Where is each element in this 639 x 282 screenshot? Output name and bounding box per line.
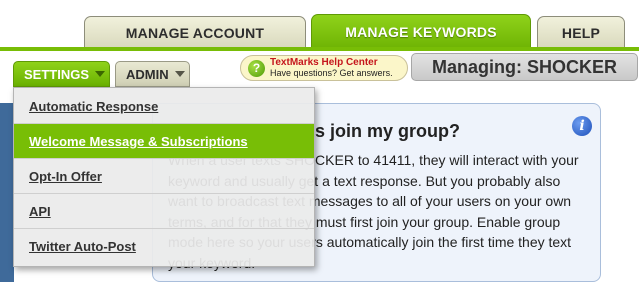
chevron-down-icon <box>174 71 185 77</box>
settings-menu-button[interactable]: SETTINGS <box>13 61 110 87</box>
admin-label: ADMIN <box>126 66 169 82</box>
menu-item-automatic-response[interactable]: Automatic Response <box>14 89 314 123</box>
question-icon: ? <box>248 59 265 77</box>
menu-item-welcome-message[interactable]: Welcome Message & Subscriptions <box>14 124 314 158</box>
managing-keyword-label: Managing: SHOCKER <box>411 53 638 81</box>
chevron-down-icon <box>95 71 106 77</box>
left-side-panel <box>0 103 14 282</box>
help-center-link[interactable]: ? TextMarks Help Center Have questions? … <box>240 55 408 81</box>
settings-dropdown-menu: Automatic Response Welcome Message & Sub… <box>13 87 315 267</box>
tab-manage-keywords[interactable]: MANAGE KEYWORDS <box>311 14 531 48</box>
tab-help[interactable]: HELP <box>537 16 625 48</box>
menu-item-opt-in-offer[interactable]: Opt-In Offer <box>14 159 314 193</box>
top-tab-strip: MANAGE ACCOUNT MANAGE KEYWORDS HELP <box>0 0 639 48</box>
help-center-title: TextMarks Help Center <box>270 57 378 68</box>
menu-item-twitter-auto-post[interactable]: Twitter Auto-Post <box>14 229 314 263</box>
settings-label: SETTINGS <box>24 66 90 82</box>
menu-item-api[interactable]: API <box>14 194 314 228</box>
tab-manage-account[interactable]: MANAGE ACCOUNT <box>84 16 306 48</box>
help-center-text: TextMarks Help Center Have questions? Ge… <box>270 57 393 79</box>
help-center-subtitle: Have questions? Get answers. <box>270 68 393 78</box>
admin-menu-button[interactable]: ADMIN <box>115 61 190 87</box>
info-icon[interactable]: i <box>572 116 592 136</box>
